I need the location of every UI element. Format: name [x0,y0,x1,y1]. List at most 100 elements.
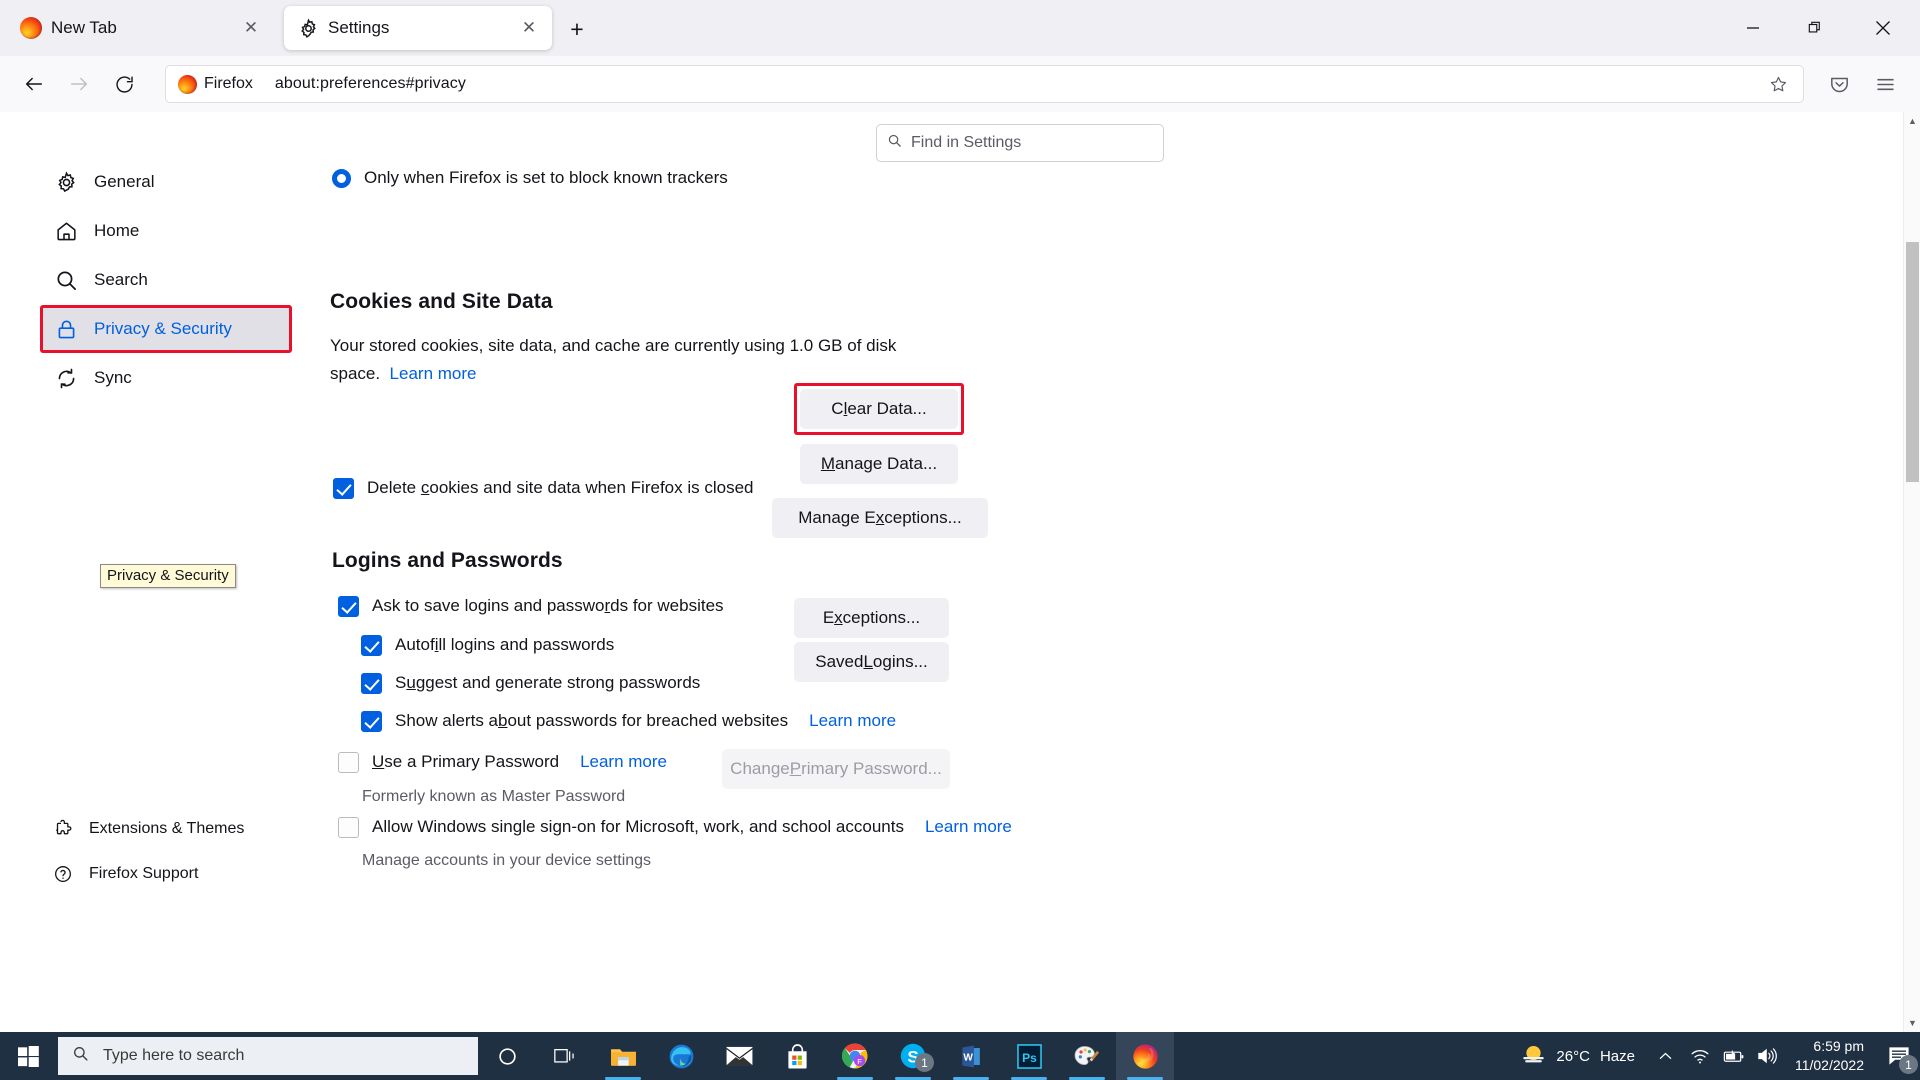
change-primary-password-button[interactable]: Change Primary Password... [722,749,950,789]
sidebar-item-general[interactable]: General [42,160,290,204]
scrollbar-thumb[interactable] [1906,242,1919,482]
scroll-up-arrow[interactable]: ▲ [1904,112,1920,130]
delete-cookies-on-close-row[interactable]: Delete cookies and site data when Firefo… [333,474,754,502]
close-window-button[interactable] [1846,0,1920,56]
extensions-icon [52,818,74,840]
checkbox-row-autofill[interactable]: Autofill logins and passwords [361,631,614,659]
checkbox-ask-to-save-logins[interactable] [338,595,359,617]
checkbox-row-breach-alerts[interactable]: Show alerts about passwords for breached… [361,707,896,735]
battery-charging-icon[interactable] [1717,1032,1751,1080]
checkbox-label: Autofill logins and passwords [395,635,615,654]
mail-icon[interactable] [710,1032,768,1080]
pocket-icon[interactable] [1818,63,1860,105]
checkbox-allow-windows-sso[interactable] [338,816,359,838]
firefox-icon[interactable] [1116,1032,1174,1080]
cortana-icon[interactable] [478,1032,536,1080]
google-chrome-icon[interactable]: F [826,1032,884,1080]
sidebar-item-sync[interactable]: Sync [42,356,290,400]
svg-text:F: F [857,1057,862,1066]
sidebar-item-extensions-themes[interactable]: Extensions & Themes [52,812,244,846]
sidebar-item-firefox-support[interactable]: Firefox Support [52,857,244,891]
manage-exceptions-button[interactable]: Manage Ex ceptions... [772,498,988,538]
learn-more-link[interactable]: Learn more [390,364,477,383]
cookies-description: Your stored cookies, site data, and cach… [330,332,920,388]
clock-date: 11/02/2022 [1794,1057,1864,1073]
notification-count-badge: 1 [1899,1055,1918,1074]
identity-chip[interactable]: Firefox [170,69,263,99]
gear-icon [298,17,319,39]
identity-chip-label: Firefox [204,75,253,92]
url-input[interactable]: about:preferences#privacy [263,75,1763,93]
sidebar-item-privacy-security[interactable]: Privacy & Security [42,307,290,351]
settings-sidebar: General Home Search Privacy & Security S… [0,112,330,1032]
microsoft-word-icon[interactable]: W [942,1032,1000,1080]
star-icon[interactable] [1763,69,1793,99]
radio-button-selected[interactable] [332,168,351,188]
firefox-logo-icon [178,74,197,94]
new-tab-button[interactable]: + [562,14,592,44]
checkbox-delete-cookies-on-close[interactable] [333,477,354,499]
address-bar[interactable]: Firefox about:preferences#privacy [165,65,1804,103]
tab-settings[interactable]: Settings ✕ [284,6,552,50]
sidebar-item-home[interactable]: Home [42,209,290,253]
firefox-window: New Tab ✕ Settings ✕ + Firefox about:pre… [0,0,1920,1032]
forward-button[interactable] [59,64,99,104]
close-icon[interactable]: ✕ [516,15,542,41]
checkbox-label: Ask to save logins and passwords for web… [372,596,724,615]
hamburger-menu-icon[interactable] [1864,63,1906,105]
checkbox-row-primary-password[interactable]: Use a Primary Password Learn more [338,748,667,776]
tab-new-tab[interactable]: New Tab ✕ [6,6,274,50]
checkbox-label: Suggest and generate strong passwords [395,673,701,692]
checkbox-row-windows-sso[interactable]: Allow Windows single sign-on for Microso… [338,813,1012,841]
cookies-desc-part1: Your stored cookies, site data, and cach… [330,336,790,355]
section-heading-logins: Logins and Passwords [332,549,563,572]
tab-strip: New Tab ✕ Settings ✕ + [0,0,1920,56]
scroll-down-arrow[interactable]: ▼ [1904,1014,1920,1032]
close-icon[interactable]: ✕ [238,15,264,41]
microsoft-edge-icon[interactable] [652,1032,710,1080]
section-heading-cookies: Cookies and Site Data [330,290,553,313]
checkbox-suggest-strong-passwords[interactable] [361,672,382,694]
search-icon [72,1045,89,1067]
learn-more-link[interactable]: Learn more [580,748,667,776]
sidebar-item-search[interactable]: Search [42,258,290,302]
saved-logins-button[interactable]: Saved Logins... [794,642,949,682]
vertical-scrollbar[interactable]: ▲ ▼ [1903,112,1920,1032]
weather-widget[interactable]: 26°C Haze [1513,1042,1649,1071]
firefox-logo-icon [20,17,42,39]
checkbox-show-breach-alerts[interactable] [361,710,382,732]
back-button[interactable] [14,64,54,104]
windows-start-icon[interactable] [0,1032,56,1080]
learn-more-link[interactable]: Learn more [925,813,1012,841]
checkbox-autofill-logins[interactable] [361,634,382,656]
paint-3d-icon[interactable] [1058,1032,1116,1080]
action-center-icon[interactable]: 1 [1878,1032,1920,1080]
microsoft-store-icon[interactable] [768,1032,826,1080]
show-hidden-icons-chevron[interactable] [1649,1032,1683,1080]
tracking-option-row[interactable]: Only when Firefox is set to block known … [332,164,728,192]
haze-sun-icon [1521,1042,1546,1071]
checkbox-row-suggest-strong[interactable]: Suggest and generate strong passwords [361,669,700,697]
taskbar-search[interactable]: Type here to search [58,1037,478,1075]
checkbox-use-primary-password[interactable] [338,751,359,773]
window-controls [1722,0,1920,56]
skype-icon[interactable]: S 1 [884,1032,942,1080]
checkbox-row-ask-to-save[interactable]: Ask to save logins and passwords for web… [338,592,724,620]
file-explorer-icon[interactable] [594,1032,652,1080]
photoshop-icon[interactable]: Ps [1000,1032,1058,1080]
taskbar-clock[interactable]: 6:59 pm 11/02/2022 [1785,1037,1878,1075]
exceptions-button[interactable]: Ex ceptions... [794,598,949,638]
maximize-button[interactable] [1784,0,1846,56]
tracking-option-label: Only when Firefox is set to block known … [364,168,728,187]
tooltip-privacy-security: Privacy & Security [100,564,236,588]
wifi-icon[interactable] [1683,1032,1717,1080]
task-view-icon[interactable] [536,1032,594,1080]
sidebar-item-label: General [94,172,155,191]
minimize-button[interactable] [1722,0,1784,56]
reload-button[interactable] [104,64,144,104]
clear-data-button[interactable]: Cl ear Data... [800,389,958,429]
taskbar-search-input[interactable]: Type here to search [103,1047,244,1065]
volume-icon[interactable] [1751,1032,1785,1080]
manage-data-button[interactable]: Manage Data... [800,444,958,484]
learn-more-link[interactable]: Learn more [809,707,896,735]
